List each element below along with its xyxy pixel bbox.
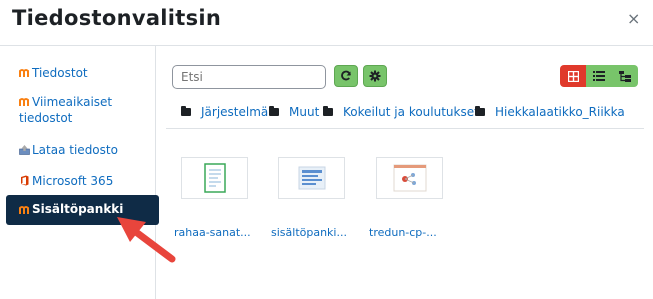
refresh-icon bbox=[341, 70, 351, 81]
sidebar-item-viimeaikaiset[interactable]: Viimeaikaiset tiedostot bbox=[19, 94, 112, 126]
sidebar-item-microsoft-365[interactable]: Microsoft 365 bbox=[19, 173, 113, 189]
settings-button[interactable] bbox=[363, 65, 387, 87]
tree-view-button[interactable] bbox=[612, 65, 638, 87]
folder-icon bbox=[475, 106, 485, 116]
file-name[interactable]: rahaa-sanat... bbox=[174, 226, 251, 239]
sidebar-divider bbox=[155, 46, 156, 299]
moodle-icon bbox=[19, 69, 29, 77]
presentation-icon bbox=[393, 164, 427, 192]
document-icon bbox=[298, 166, 326, 190]
grid-view-button[interactable] bbox=[560, 65, 586, 87]
sidebar-item-tiedostot[interactable]: Tiedostot bbox=[19, 65, 88, 81]
breadcrumb-item[interactable]: Järjestelmä bbox=[181, 105, 268, 119]
moodle-icon bbox=[19, 98, 29, 106]
gear-icon bbox=[369, 70, 381, 82]
sidebar-item-label-line2: tiedostot bbox=[19, 111, 73, 125]
sidebar-item-label: Lataa tiedosto bbox=[32, 143, 118, 157]
breadcrumb-item[interactable]: Muut bbox=[269, 105, 319, 119]
moodle-icon bbox=[19, 206, 29, 214]
folder-icon bbox=[181, 106, 191, 116]
sidebar-item-label: Sisältöpankki bbox=[32, 202, 124, 216]
file-thumbnail[interactable] bbox=[181, 157, 248, 199]
grid-view-icon bbox=[567, 70, 579, 82]
tree-view-icon bbox=[619, 70, 631, 82]
breadcrumb-item[interactable]: Hiekkalaatikko_Riikka bbox=[475, 105, 625, 119]
content-divider bbox=[166, 128, 644, 129]
file-name[interactable]: sisältöpanki... bbox=[271, 226, 347, 239]
office-icon bbox=[21, 175, 29, 186]
document-icon bbox=[204, 163, 226, 193]
file-thumbnail[interactable] bbox=[278, 157, 345, 199]
file-thumbnail[interactable] bbox=[376, 157, 443, 199]
sidebar-item-label: Microsoft 365 bbox=[32, 174, 114, 188]
refresh-button[interactable] bbox=[334, 65, 358, 87]
header-divider bbox=[0, 45, 653, 46]
file-name[interactable]: tredun-cp-... bbox=[369, 226, 437, 239]
search-input[interactable] bbox=[172, 65, 326, 89]
upload-icon bbox=[19, 145, 30, 155]
list-view-button[interactable] bbox=[586, 65, 612, 87]
close-icon[interactable]: × bbox=[627, 9, 640, 28]
folder-icon bbox=[269, 106, 279, 116]
sidebar-item-label: Tiedostot bbox=[32, 66, 88, 80]
sidebar-item-sisaltopankki[interactable]: Sisältöpankki bbox=[6, 195, 159, 225]
breadcrumb-item[interactable]: Kokeilut ja koulutukset bbox=[323, 105, 479, 119]
dialog-title: Tiedostonvalitsin bbox=[12, 6, 222, 30]
sidebar-item-lataa-tiedosto[interactable]: Lataa tiedosto bbox=[19, 142, 118, 158]
sidebar-item-label: Viimeaikaiset bbox=[32, 95, 113, 109]
folder-icon bbox=[323, 106, 333, 116]
list-view-icon bbox=[593, 71, 605, 81]
